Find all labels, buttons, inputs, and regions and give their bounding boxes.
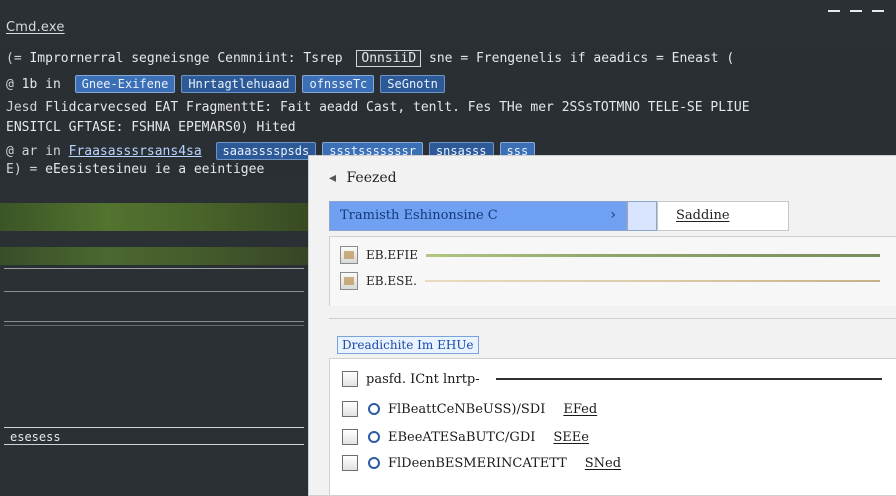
- checkbox[interactable]: [342, 455, 358, 471]
- option-right-text: SNed: [584, 455, 622, 471]
- console-prefix: Jesd: [6, 100, 38, 115]
- console-tail: sne = Frengenelis if aeadics = Eneast (: [429, 51, 735, 66]
- console-text: 1b in: [21, 77, 61, 92]
- minimize-icon[interactable]: [828, 10, 840, 12]
- section-title: Dreadichite Im EHUe: [337, 336, 479, 354]
- info-icon: ◂: [329, 170, 337, 186]
- console-line: Jesd Flidcarvecsed EAT FragmenttE: Fait …: [6, 100, 750, 115]
- window-title: Cmd.exe: [6, 20, 65, 35]
- console-pills: Gnee-Exifene Hnrtagtlehuaad ofnsseTc SeG…: [74, 75, 445, 93]
- path-separator: [627, 201, 657, 231]
- dialog-title: ◂ Feezed: [329, 170, 397, 186]
- left-panel-footer: esesess: [4, 427, 304, 445]
- close-icon[interactable]: [872, 10, 884, 12]
- option-row[interactable]: EBeeATESaBUTC/GDI SEEe: [342, 425, 882, 449]
- checkbox[interactable]: [342, 401, 358, 417]
- dialog-title-text: Feezed: [346, 170, 397, 186]
- list-item[interactable]: EB.ESE.: [340, 269, 880, 293]
- dialog: ◂ Feezed Tramisth Eshinonsine C › Saddin…: [308, 155, 896, 496]
- console-text: ENSITCL GFTASE: FSHNA EPEMARS0) Hited: [6, 120, 296, 135]
- option-right-text: EFed: [563, 401, 598, 417]
- console-line: (= Imprornerral segneisnge Cenmniint: Ts…: [6, 50, 734, 67]
- radio[interactable]: [368, 403, 380, 415]
- path-text: Tramisth Eshinonsine C: [340, 208, 498, 223]
- maximize-icon[interactable]: [850, 10, 862, 12]
- file-icon: [340, 246, 358, 264]
- title-bar: Cmd.exe: [0, 0, 896, 42]
- item-strip: [425, 253, 880, 257]
- console-prefix: @ ar in: [6, 144, 61, 159]
- left-panel: esesess: [0, 177, 309, 496]
- console-prefix: @: [6, 77, 14, 92]
- console-text: eEesistesineu ie a eeintigee: [45, 162, 265, 177]
- console-pill[interactable]: saaasssspsds: [215, 142, 317, 160]
- console-text: Flidcarvecsed EAT FragmenttE: Fait aeadd…: [45, 100, 750, 115]
- file-icon: [340, 272, 358, 290]
- option-row[interactable]: FlBeattCeNBeUSS)/SDI EFed: [342, 397, 882, 421]
- console-boxed-token[interactable]: OnnsiiD: [356, 50, 422, 67]
- divider-line: [4, 268, 304, 269]
- console-line: ENSITCL GFTASE: FSHNA EPEMARS0) Hited: [6, 120, 296, 135]
- path-secondary[interactable]: Saddine: [657, 201, 789, 231]
- path-combobox[interactable]: Tramisth Eshinonsine C ›: [329, 201, 627, 231]
- console-pill[interactable]: Gnee-Exifene: [74, 75, 176, 93]
- console-text: Imprornerral segneisnge Cenmniint: Tsrep: [29, 51, 343, 66]
- console-pill[interactable]: SeGnotn: [380, 75, 445, 93]
- checkbox[interactable]: [342, 429, 358, 445]
- list-item-label: EB.ESE.: [366, 274, 417, 288]
- path-secondary-text: Saddine: [676, 208, 730, 223]
- upper-list: EB.EFIE EB.ESE.: [329, 236, 896, 306]
- option-right-text: SEEe: [553, 429, 589, 445]
- option-text: pasfd. ICnt lnrtp-: [366, 371, 480, 387]
- dialog-divider: [329, 318, 896, 319]
- console-line: @ 1b in Gnee-Exifene Hnrtagtlehuaad ofns…: [6, 75, 445, 93]
- divider-line: [4, 325, 304, 326]
- divider-line: [4, 291, 304, 292]
- list-item[interactable]: EB.EFIE: [340, 243, 880, 267]
- path-row: Tramisth Eshinonsine C › Saddine: [329, 201, 896, 231]
- window-controls: [828, 10, 884, 12]
- divider-line: [4, 321, 304, 322]
- console-pill[interactable]: ofnsseTc: [302, 75, 375, 93]
- list-item-label: EB.EFIE: [366, 248, 418, 262]
- item-strip: [424, 280, 880, 282]
- option-text: FlDeenBESMERINCATETT: [388, 455, 567, 471]
- app-window: Cmd.exe (= Imprornerral segneisnge Cenmn…: [0, 0, 896, 496]
- console-line: E) = eEesistesineu ie a eeintigee: [6, 162, 264, 177]
- option-underline: [495, 378, 882, 380]
- radio[interactable]: [368, 431, 380, 443]
- console-link[interactable]: Fraasasssrsans4sa: [69, 144, 202, 159]
- progress-band: [0, 247, 308, 265]
- checkbox[interactable]: [342, 371, 358, 387]
- console-prefix: (=: [6, 51, 22, 66]
- console-pill[interactable]: Hnrtagtlehuaad: [181, 75, 297, 93]
- option-text: EBeeATESaBUTC/GDI: [388, 429, 536, 445]
- right-chevron-icon[interactable]: ›: [610, 207, 616, 223]
- option-text: FlBeattCeNBeUSS)/SDI: [388, 401, 546, 417]
- radio[interactable]: [368, 457, 380, 469]
- lower-list: pasfd. ICnt lnrtp- FlBeattCeNBeUSS)/SDI …: [329, 358, 896, 496]
- progress-band: [0, 203, 308, 231]
- option-row[interactable]: FlDeenBESMERINCATETT SNed: [342, 451, 882, 475]
- option-row[interactable]: pasfd. ICnt lnrtp-: [342, 367, 882, 391]
- console-prefix: E) =: [6, 162, 38, 177]
